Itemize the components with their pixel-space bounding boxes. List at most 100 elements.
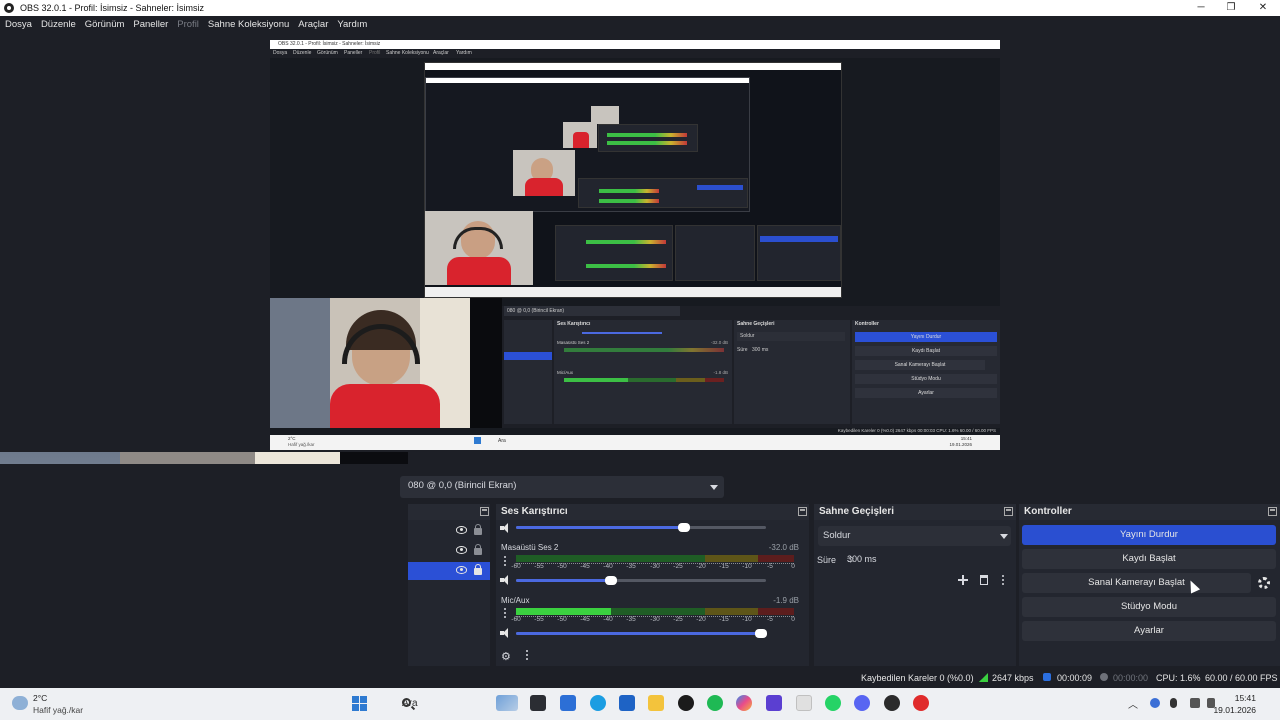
volume-slider[interactable] bbox=[516, 523, 766, 532]
audio-meter bbox=[516, 608, 794, 615]
tray-network-icon[interactable] bbox=[1150, 698, 1160, 708]
undock-icon[interactable] bbox=[480, 507, 489, 516]
widgets-icon[interactable] bbox=[496, 695, 518, 711]
nested-meter bbox=[564, 378, 724, 382]
stop-streaming-button[interactable]: Yayını Durdur bbox=[1022, 525, 1276, 545]
scene-transitions-header: Sahne Geçişleri bbox=[814, 504, 1016, 520]
source-row[interactable] bbox=[408, 522, 490, 540]
taskbar-search-label: Ara bbox=[402, 698, 418, 709]
nested-taskbar bbox=[425, 287, 841, 297]
nested-menu-item: Dosya bbox=[273, 50, 288, 56]
remove-transition-icon[interactable] bbox=[980, 575, 988, 585]
store-icon[interactable] bbox=[560, 695, 576, 711]
weather-description[interactable]: Hafif yağ./kar bbox=[33, 705, 83, 715]
advanced-audio-icon[interactable]: ⚙ bbox=[501, 650, 511, 663]
lock-icon[interactable] bbox=[474, 544, 482, 555]
nested-title-strip bbox=[425, 63, 841, 70]
menu-tools[interactable]: Araçlar bbox=[298, 19, 328, 30]
visual-studio-icon[interactable] bbox=[766, 695, 782, 711]
preview-area[interactable]: OBS 32.0.1 - Profil: İsimsiz - Sahneler:… bbox=[0, 32, 1280, 464]
monitor-icon[interactable] bbox=[1190, 698, 1200, 708]
clock-time[interactable]: 15:41 bbox=[1235, 693, 1256, 703]
menu-scene-collection[interactable]: Sahne Koleksiyonu bbox=[208, 19, 289, 30]
source-select[interactable]: 080 @ 0,0 (Birincil Ekran) bbox=[400, 476, 724, 498]
studio-mode-button[interactable]: Stüdyo Modu bbox=[1022, 597, 1276, 617]
meter-tick: -35 bbox=[626, 616, 636, 623]
lock-icon[interactable] bbox=[474, 524, 482, 535]
meter-tick: -45 bbox=[580, 616, 590, 623]
volume-slider-knob[interactable] bbox=[605, 576, 617, 585]
red-app-icon[interactable] bbox=[913, 695, 929, 711]
menu-view[interactable]: Görünüm bbox=[85, 19, 125, 30]
volume-slider-knob[interactable] bbox=[755, 629, 767, 638]
volume-slider-knob[interactable] bbox=[677, 523, 690, 532]
maximize-button[interactable]: ❐ bbox=[1216, 0, 1246, 16]
whatsapp-icon[interactable] bbox=[825, 695, 841, 711]
github-icon[interactable] bbox=[678, 695, 694, 711]
channel-menu-icon[interactable] bbox=[504, 608, 507, 619]
source-row-selected[interactable] bbox=[408, 562, 490, 580]
nested-meter bbox=[607, 141, 687, 145]
transition-select-value: Soldur bbox=[823, 530, 851, 541]
menu-edit[interactable]: Düzenle bbox=[41, 19, 76, 30]
menu-file[interactable]: Dosya bbox=[5, 19, 32, 30]
eye-icon[interactable] bbox=[456, 526, 467, 534]
chevron-down-icon bbox=[710, 485, 718, 490]
stepper-down-icon[interactable]: ﹀ bbox=[847, 559, 1005, 569]
microphone-icon[interactable] bbox=[1170, 698, 1177, 708]
speaker-icon[interactable] bbox=[500, 523, 512, 533]
clock-date[interactable]: 19.01.2026 bbox=[1213, 705, 1256, 715]
copilot-icon[interactable] bbox=[736, 695, 752, 711]
nested-menu-item: Görünüm bbox=[317, 50, 338, 56]
spotify-icon[interactable] bbox=[707, 695, 723, 711]
nested-window-light bbox=[270, 298, 330, 428]
eye-icon[interactable] bbox=[456, 546, 467, 554]
weather-icon[interactable] bbox=[12, 696, 28, 710]
start-virtual-camera-button[interactable]: Sanal Kamerayı Başlat bbox=[1022, 573, 1251, 593]
audio-mixer-panel: Ses Karıştırıcı Masaüstü Ses 2 -32.0 dB … bbox=[496, 504, 809, 666]
weather-temperature[interactable]: 2°C bbox=[33, 693, 47, 703]
tray-chevron-icon[interactable]: ︿ bbox=[1128, 696, 1138, 711]
downloads-icon[interactable] bbox=[619, 695, 635, 711]
volume-slider[interactable] bbox=[516, 576, 766, 585]
source-row[interactable] bbox=[408, 542, 490, 560]
nested-preview-level-1 bbox=[424, 62, 842, 298]
discord-icon[interactable] bbox=[854, 695, 870, 711]
obs-icon[interactable] bbox=[884, 695, 900, 711]
windows-start-icon[interactable] bbox=[352, 696, 368, 712]
edge-icon[interactable] bbox=[590, 695, 606, 711]
settings-button[interactable]: Ayarlar bbox=[1022, 621, 1276, 641]
eye-icon[interactable] bbox=[456, 566, 467, 574]
nested-weather-desc: Hafif yağ./kar bbox=[288, 442, 315, 447]
nested-window-title: OBS 32.0.1 - Profil: İsimsiz - Sahneler:… bbox=[278, 41, 381, 47]
preview-canvas[interactable]: OBS 32.0.1 - Profil: İsimsiz - Sahneler:… bbox=[270, 40, 1000, 450]
undock-icon[interactable] bbox=[1268, 507, 1277, 516]
add-transition-icon[interactable] bbox=[958, 575, 968, 585]
undock-icon[interactable] bbox=[798, 507, 807, 516]
channel-menu-icon[interactable] bbox=[504, 556, 507, 567]
speaker-icon[interactable] bbox=[500, 575, 512, 585]
nested-start-record-button: Kaydı Başlat bbox=[855, 346, 997, 356]
menu-profile[interactable]: Profil bbox=[177, 19, 199, 30]
menu-help[interactable]: Yardım bbox=[337, 19, 367, 30]
menu-docks[interactable]: Paneller bbox=[133, 19, 168, 30]
meter-tick: -45 bbox=[580, 563, 590, 570]
status-bar: Kaybedilen Kareler 0 (%0.0) 2647 kbps 00… bbox=[0, 666, 1280, 688]
minimize-button[interactable]: ─ bbox=[1186, 0, 1216, 16]
mixer-menu-icon[interactable] bbox=[526, 650, 529, 661]
undock-icon[interactable] bbox=[1004, 507, 1013, 516]
close-button[interactable]: ✕ bbox=[1248, 0, 1278, 16]
file-explorer-icon[interactable] bbox=[648, 695, 664, 711]
pdf-icon[interactable] bbox=[796, 695, 812, 711]
start-recording-button[interactable]: Kaydı Başlat bbox=[1022, 549, 1276, 569]
speaker-icon[interactable] bbox=[500, 628, 512, 638]
gear-icon[interactable] bbox=[1258, 577, 1270, 589]
lock-icon[interactable] bbox=[474, 564, 482, 575]
terminal-icon[interactable] bbox=[530, 695, 546, 711]
audio-mixer-header: Ses Karıştırıcı bbox=[496, 504, 809, 520]
transition-menu-icon[interactable] bbox=[1002, 575, 1005, 586]
duration-field[interactable]: 300 ms ︿ ﹀ bbox=[842, 550, 1011, 570]
volume-slider[interactable] bbox=[516, 629, 767, 638]
transition-select[interactable]: Soldur bbox=[818, 526, 1011, 546]
nested-source-select: 080 @ 0,0 (Birincil Ekran) bbox=[504, 306, 680, 316]
